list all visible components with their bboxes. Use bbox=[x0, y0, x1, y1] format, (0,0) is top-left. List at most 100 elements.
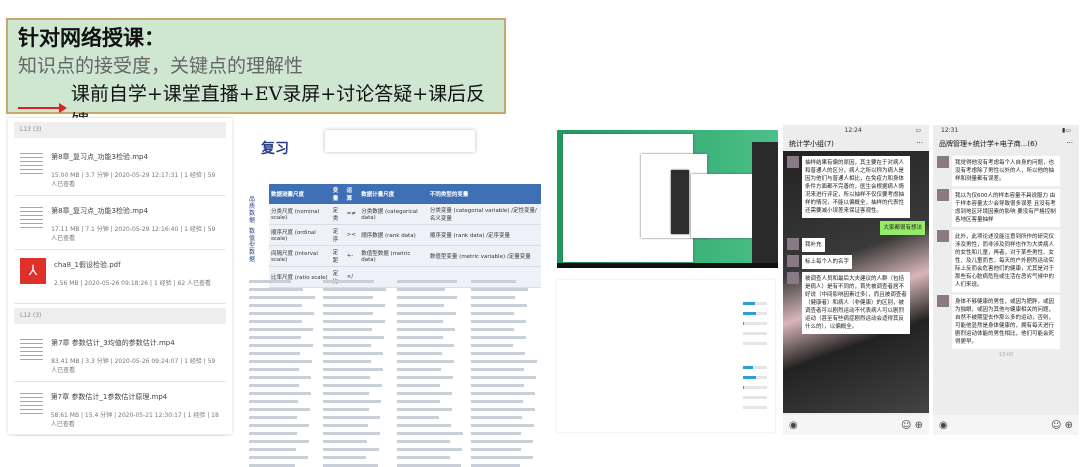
file-name[interactable]: 第8章_复习点_功能3检验.mp4 bbox=[51, 206, 220, 216]
emoji-icon[interactable]: ☺ ⊕ bbox=[901, 420, 923, 431]
directory-line bbox=[397, 360, 454, 363]
survey-option bbox=[565, 382, 767, 392]
table-cell: 分类尺度 (nominal scale) bbox=[269, 204, 331, 225]
directory-line bbox=[249, 416, 298, 419]
voice-icon[interactable]: ◉ bbox=[789, 420, 798, 431]
wechat-chat-2: 12:31 ▮▭ 品牌管理+统计学+电子商...(6) ··· 我觉得他没有考虑每个… bbox=[933, 125, 1079, 435]
directory-line bbox=[397, 280, 458, 283]
table-cell: 定距 bbox=[330, 245, 345, 267]
avatar[interactable] bbox=[787, 238, 799, 250]
avatar[interactable] bbox=[787, 255, 799, 267]
file-name[interactable]: cha8_1假设检验.pdf bbox=[54, 260, 211, 270]
survey-option bbox=[565, 318, 767, 328]
directory-line bbox=[323, 344, 372, 347]
lecture-slide: 复习 品质数据 数值型数据 数据测量尺度 变量 运算 数据计量尺度 不同类型的变量 分类尺… bbox=[245, 124, 545, 288]
directory-line bbox=[397, 400, 440, 403]
directory-line bbox=[397, 424, 451, 427]
directory-line bbox=[397, 392, 453, 395]
avatar[interactable] bbox=[787, 156, 799, 168]
directory-line bbox=[249, 336, 301, 339]
side-label: 数值型数据 bbox=[249, 228, 256, 263]
status-time: 12:24 bbox=[844, 127, 862, 134]
file-name[interactable]: 第8章_复习点_功能3检验.mp4 bbox=[51, 152, 220, 162]
survey-option bbox=[565, 338, 767, 348]
table-row: 间隔尺度 (interval scale) 定距 +- 数值型数据 (metric d… bbox=[269, 245, 541, 267]
more-icon[interactable]: ··· bbox=[916, 139, 923, 149]
directory-line bbox=[323, 448, 379, 451]
directory-line bbox=[323, 360, 371, 363]
chat-title[interactable]: 统计学小组(7) bbox=[789, 139, 834, 149]
directory-line bbox=[471, 368, 525, 371]
table-cell: 分类变量 (categorial variable) /定性变量/名义变量 bbox=[427, 204, 541, 225]
directory-line bbox=[249, 400, 298, 403]
directory-line bbox=[249, 352, 301, 355]
directory-line bbox=[249, 344, 313, 347]
avatar[interactable] bbox=[787, 272, 799, 284]
file-item[interactable]: 第8章_复习点_功能3检验.mp4 15.00 MB | 3.7 分钟 | 202… bbox=[14, 142, 226, 196]
directory-line bbox=[471, 344, 513, 347]
directory-line bbox=[249, 440, 309, 443]
survey-results bbox=[557, 280, 775, 432]
file-name[interactable]: 第7章 参数估计_3均值的参数估计.mp4 bbox=[51, 338, 220, 348]
avatar[interactable] bbox=[937, 156, 949, 168]
directory-line bbox=[323, 376, 370, 379]
survey-option bbox=[565, 372, 767, 382]
result-bar bbox=[743, 385, 767, 389]
live-toolbar[interactable] bbox=[325, 130, 475, 152]
message-bubble: 抽样结果有偏的原因，其主要在于对病人和普通人的区分，病人之所以称为病人是因为他们… bbox=[802, 156, 910, 218]
table-cell: =≠ bbox=[344, 204, 360, 225]
file-meta: 15.00 MB | 3.7 分钟 | 2020-05-29 12:17:31 … bbox=[51, 172, 216, 188]
video-thumbnail bbox=[20, 204, 44, 230]
chat-message: 我觉得他没有考虑每个人自身的问题，也没有考虑除了男性以外的人，所以他的抽样和测量… bbox=[937, 156, 1075, 186]
file-meta: 58.61 MB | 15.4 分钟 | 2020-05-21 12:30:17… bbox=[50, 412, 219, 428]
wechat-chat-1: 12:24 ▭ 统计学小组(7) ··· 抽样结果有偏的原因，其主要在于对病人和普通… bbox=[783, 125, 929, 435]
result-fill bbox=[743, 365, 753, 369]
question-label bbox=[565, 288, 767, 294]
emoji-icon[interactable]: ☺ ⊕ bbox=[1051, 420, 1073, 431]
chat-title[interactable]: 品牌管理+统计学+电子商...(6) bbox=[939, 139, 1037, 149]
timestamp: 13:00 bbox=[998, 352, 1014, 358]
table-cell: 定类 bbox=[330, 204, 345, 225]
survey-option bbox=[565, 402, 767, 412]
directory-line bbox=[323, 352, 384, 355]
result-fill bbox=[743, 375, 757, 379]
directory-line bbox=[323, 456, 367, 459]
avatar[interactable] bbox=[937, 189, 949, 201]
directory-line bbox=[397, 432, 463, 435]
file-meta: 83.41 MB | 3.3 分钟 | 2020-05-26 09:24:07 … bbox=[51, 358, 216, 374]
directory-line bbox=[471, 432, 522, 435]
directory-line bbox=[323, 392, 370, 395]
avatar[interactable] bbox=[937, 230, 949, 242]
file-item[interactable]: 第7章 参数估计_1参数估计原理.mp4 58.61 MB | 15.4 分钟 |… bbox=[14, 382, 226, 436]
directory-line bbox=[323, 304, 386, 307]
chat-message: 被调查人员和最后大夫建议的人群（包括是病人）是有不同的，首先被调查者居不好说（中… bbox=[787, 272, 925, 334]
file-item[interactable]: ⅄ cha8_1假设检验.pdf 2.56 MB | 2020-05-26 09:1… bbox=[14, 250, 226, 304]
chat-message: 我补充 bbox=[787, 238, 925, 252]
directory-line bbox=[249, 384, 299, 387]
directory-line bbox=[249, 432, 297, 435]
table-header: 数据测量尺度 bbox=[269, 184, 331, 204]
directory-line bbox=[397, 416, 439, 419]
directory-line bbox=[249, 376, 312, 379]
avatar[interactable] bbox=[937, 295, 949, 307]
table-row: 顺序尺度 (ordinal scale) 定序 >< 顺序数据 (rank data)… bbox=[269, 224, 541, 246]
table-header: 变量 bbox=[330, 184, 345, 204]
voice-icon[interactable]: ◉ bbox=[939, 420, 948, 431]
more-icon[interactable]: ··· bbox=[1066, 139, 1073, 149]
file-item[interactable]: 第8章_复习点_功能3检验.mp4 17.11 MB | 7.1 分钟 | 202… bbox=[14, 196, 226, 250]
table-header: 运算 bbox=[344, 184, 360, 204]
file-name[interactable]: 第7章 参数估计_1参数估计原理.mp4 bbox=[51, 392, 220, 402]
table-cell: 间隔尺度 (interval scale) bbox=[269, 245, 331, 267]
directory-line bbox=[471, 328, 514, 331]
directory-line bbox=[471, 304, 527, 307]
directory-line bbox=[323, 384, 382, 387]
file-item[interactable]: 第7章 参数估计_3均值的参数估计.mp4 83.41 MB | 3.3 分钟 |… bbox=[14, 328, 226, 382]
message-bubble: 此外，此项论述没能注意到所作的研究仅涉及男性，而非涉及同样也作为大类病人的女性和… bbox=[952, 230, 1060, 292]
table-row: 分类尺度 (nominal scale) 定类 =≠ 分类数据 (categorica… bbox=[269, 204, 541, 225]
directory-line bbox=[323, 400, 382, 403]
directory-line bbox=[471, 456, 533, 459]
directory-line bbox=[249, 368, 300, 371]
directory-line bbox=[323, 440, 368, 443]
video-thumbnail bbox=[20, 390, 43, 416]
directory-line bbox=[471, 400, 523, 403]
